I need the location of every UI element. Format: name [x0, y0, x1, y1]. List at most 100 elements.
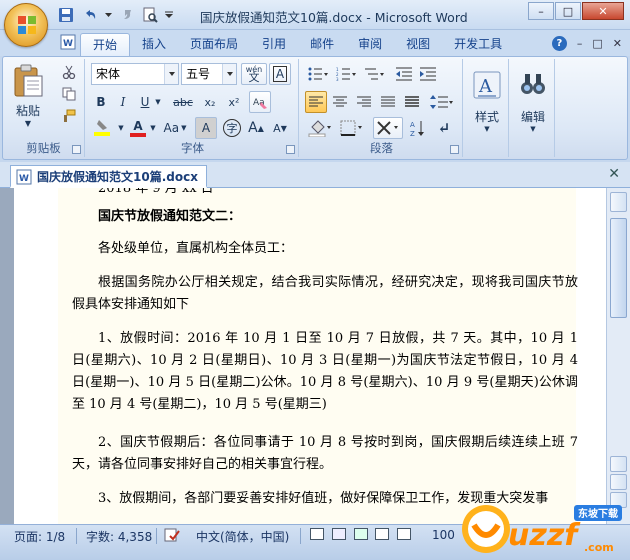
change-case-button[interactable]: Aa ▼	[161, 117, 189, 139]
print-layout-icon[interactable]	[310, 528, 324, 540]
editing-dropdown-icon: ▼	[530, 124, 536, 133]
font-color-button[interactable]: A	[127, 117, 149, 139]
maximize-button[interactable]: □	[555, 2, 581, 20]
tab-insert[interactable]: 插入	[130, 33, 178, 56]
print-preview-icon[interactable]	[140, 6, 160, 24]
prev-page-icon[interactable]	[610, 456, 627, 472]
align-center-button[interactable]	[329, 91, 351, 113]
highlight-dropdown-icon[interactable]: ▼	[117, 117, 125, 139]
styles-button[interactable]: A 样式 ▼	[469, 61, 505, 141]
minimize-button[interactable]: –	[528, 2, 554, 20]
document-area[interactable]: 2018 年 9 月 xx 日 国庆节放假通知范文二： 各处级单位，直属机构全体…	[0, 188, 606, 524]
copy-icon[interactable]	[59, 85, 79, 103]
asian-layout-button[interactable]	[373, 117, 403, 139]
paragraph-2: 1、放假时间：2016 年 10 月 1 日至 10 月 7 日放假，共 7 天…	[72, 331, 578, 412]
underline-dropdown-icon[interactable]: ▼	[153, 91, 163, 113]
language-indicator[interactable]: 中文(简体，中国)	[196, 528, 289, 545]
shrink-font-button[interactable]: A ▼	[269, 117, 291, 139]
subscript-button[interactable]: x₂	[199, 91, 221, 113]
highlight-button[interactable]	[91, 117, 117, 139]
svg-text:A: A	[478, 76, 493, 97]
chevron-down-icon[interactable]	[222, 64, 236, 84]
bullets-icon	[308, 67, 328, 81]
tab-references[interactable]: 引用	[250, 33, 298, 56]
superscript-button[interactable]: x²	[223, 91, 245, 113]
justify-button[interactable]	[377, 91, 399, 113]
customize-qat-icon[interactable]	[164, 6, 174, 24]
numbering-button[interactable]: 123	[333, 63, 359, 85]
styles-label: 样式	[474, 109, 499, 124]
increase-indent-button[interactable]	[417, 63, 439, 85]
paste-button[interactable]: 粘贴 ▼	[7, 61, 49, 131]
close-button[interactable]: ✕	[582, 2, 624, 20]
word-count[interactable]: 字数: 4,358	[86, 528, 152, 545]
font-size-value: 五号	[186, 67, 211, 81]
align-left-button[interactable]	[305, 91, 327, 113]
document-page[interactable]: 2018 年 9 月 xx 日 国庆节放假通知范文二： 各处级单位，直属机构全体…	[14, 188, 606, 524]
styles-dropdown-icon: ▼	[484, 124, 490, 133]
italic-button[interactable]: I	[113, 91, 133, 113]
font-name-combo[interactable]: 宋体	[91, 63, 179, 85]
character-shading-button[interactable]: A	[195, 117, 217, 139]
tab-review[interactable]: 审阅	[346, 33, 394, 56]
character-border-button[interactable]: A	[269, 63, 291, 85]
bold-button[interactable]: B	[91, 91, 111, 113]
chevron-down-icon[interactable]	[164, 64, 178, 84]
redo-icon[interactable]	[116, 6, 136, 24]
paragraph-launcher-icon[interactable]	[450, 145, 459, 154]
shading-button[interactable]	[305, 117, 335, 139]
format-painter-icon[interactable]	[59, 107, 79, 125]
cut-icon[interactable]	[59, 63, 79, 81]
character-shading-label: A	[201, 121, 211, 135]
grow-font-button[interactable]: A ▲	[245, 117, 267, 139]
scroll-thumb[interactable]	[610, 218, 627, 318]
sort-button[interactable]: AZ	[407, 117, 429, 139]
tab-view[interactable]: 视图	[394, 33, 442, 56]
close-document-button[interactable]: ✕	[608, 166, 620, 182]
enclose-characters-button[interactable]: 字	[221, 117, 243, 139]
tab-mailings[interactable]: 邮件	[298, 33, 346, 56]
bullets-button[interactable]	[305, 63, 331, 85]
underline-button[interactable]: U	[135, 91, 155, 113]
show-marks-button[interactable]: ↵	[433, 117, 455, 139]
multilevel-list-button[interactable]	[361, 63, 387, 85]
borders-button[interactable]	[337, 117, 367, 139]
draft-icon[interactable]	[397, 528, 412, 540]
document-tab[interactable]: W 国庆放假通知范文10篇.docx	[10, 165, 207, 188]
undo-icon[interactable]	[80, 6, 100, 24]
font-launcher-icon[interactable]	[286, 145, 295, 154]
phonetic-guide-button[interactable]: wén 文	[241, 63, 267, 85]
outline-icon[interactable]	[375, 528, 390, 540]
ruler-toggle-icon[interactable]	[610, 192, 627, 212]
undo-dropdown-icon[interactable]	[104, 6, 112, 24]
line-spacing-button[interactable]	[427, 91, 457, 113]
align-right-button[interactable]	[353, 91, 375, 113]
page-indicator[interactable]: 页面: 1/8	[14, 528, 65, 545]
decrease-indent-button[interactable]	[393, 63, 415, 85]
clipboard-launcher-icon[interactable]	[72, 145, 81, 154]
web-layout-icon[interactable]	[353, 528, 368, 540]
clear-formatting-button[interactable]: Aa	[249, 91, 271, 113]
strikethrough-button[interactable]: abc	[169, 91, 197, 113]
vertical-scrollbar[interactable]	[606, 188, 630, 524]
help-icon[interactable]: ?	[551, 36, 567, 51]
save-icon[interactable]	[56, 6, 76, 24]
full-screen-reading-icon[interactable]	[331, 528, 346, 540]
paragraph-mark-icon: ↵	[437, 119, 451, 137]
browse-object-icon[interactable]	[610, 474, 627, 490]
ribbon-close-button[interactable]: ✕	[613, 37, 622, 50]
zoom-level[interactable]: 100	[432, 528, 455, 542]
editing-button[interactable]: 编辑 ▼	[515, 61, 551, 141]
tab-home[interactable]: 开始	[80, 33, 131, 56]
align-right-icon	[357, 96, 371, 107]
binoculars-icon	[521, 73, 545, 94]
ribbon-minimize-button[interactable]: –	[577, 37, 583, 50]
distributed-button[interactable]	[401, 91, 423, 113]
tab-page-layout[interactable]: 页面布局	[178, 33, 250, 56]
ribbon-restore-button[interactable]: □	[592, 37, 602, 50]
office-button[interactable]	[4, 3, 48, 47]
font-color-dropdown-icon[interactable]: ▼	[149, 117, 157, 139]
font-size-combo[interactable]: 五号	[181, 63, 237, 85]
tab-developer[interactable]: 开发工具	[442, 33, 514, 56]
proofing-icon[interactable]	[164, 528, 180, 545]
